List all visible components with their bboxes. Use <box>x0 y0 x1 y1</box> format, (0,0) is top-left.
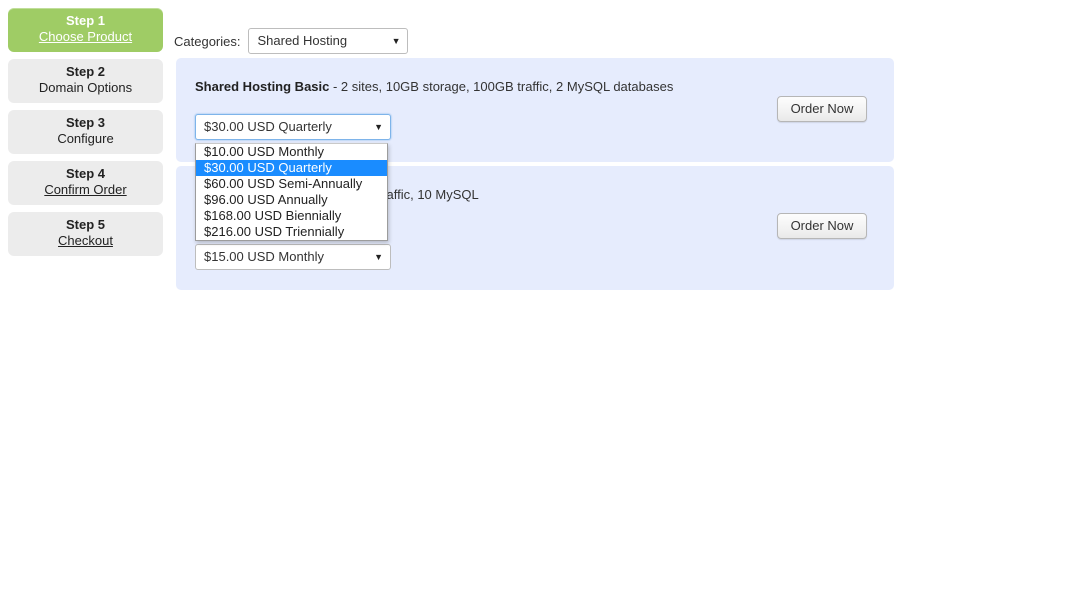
dropdown-option[interactable]: $168.00 USD Biennially <box>196 208 387 224</box>
chevron-down-icon: ▼ <box>374 122 383 132</box>
step-3-label: Configure <box>57 131 114 146</box>
categories-label: Categories: <box>174 33 241 49</box>
product-1-title: Shared Hosting Basic - 2 sites, 10GB sto… <box>195 79 673 94</box>
billing-cycle-select-product-2[interactable]: $15.00 USD Monthly ▼ <box>195 244 391 270</box>
dropdown-option[interactable]: $60.00 USD Semi-Annually <box>196 176 387 192</box>
billing-cycle-value-product-2: $15.00 USD Monthly <box>204 249 324 264</box>
billing-cycle-dropdown-options[interactable]: $10.00 USD Monthly $30.00 USD Quarterly … <box>195 143 388 241</box>
order-steps-sidebar: Step 1 Choose Product Step 2 Domain Opti… <box>8 8 163 263</box>
step-1-number: Step 1 <box>65 13 105 28</box>
dropdown-option[interactable]: $216.00 USD Triennially <box>196 224 387 240</box>
product-1-description: - 2 sites, 10GB storage, 100GB traffic, … <box>329 79 674 94</box>
step-2-number: Step 2 <box>65 64 105 79</box>
step-2-label: Domain Options <box>38 80 133 95</box>
dropdown-option[interactable]: $96.00 USD Annually <box>196 192 387 208</box>
billing-cycle-select-product-1[interactable]: $30.00 USD Quarterly ▼ <box>195 114 391 140</box>
order-now-button-product-1[interactable]: Order Now <box>777 96 867 122</box>
step-4-label[interactable]: Confirm Order <box>8 182 163 198</box>
sidebar-step-3[interactable]: Step 3 Configure <box>8 110 163 154</box>
sidebar-step-4[interactable]: Step 4 Confirm Order <box>8 161 163 205</box>
categories-row: Categories: Shared Hosting ▼ <box>174 28 409 54</box>
order-product-page: Step 1 Choose Product Step 2 Domain Opti… <box>0 0 1065 597</box>
step-5-number: Step 5 <box>65 217 105 232</box>
sidebar-step-1[interactable]: Step 1 Choose Product <box>8 8 163 52</box>
step-1-label[interactable]: Choose Product <box>8 29 163 45</box>
billing-cycle-value-product-1: $30.00 USD Quarterly <box>204 119 332 134</box>
step-4-number: Step 4 <box>65 166 105 181</box>
dropdown-option[interactable]: $10.00 USD Monthly <box>196 144 387 160</box>
chevron-down-icon: ▼ <box>374 252 383 262</box>
step-3-number: Step 3 <box>65 115 105 130</box>
step-5-label[interactable]: Checkout <box>8 233 163 249</box>
categories-select[interactable]: Shared Hosting ▼ <box>248 28 409 54</box>
product-1-name: Shared Hosting Basic <box>195 79 330 94</box>
sidebar-step-5[interactable]: Step 5 Checkout <box>8 212 163 256</box>
chevron-down-icon: ▼ <box>391 36 401 46</box>
order-now-button-product-2[interactable]: Order Now <box>777 213 867 239</box>
sidebar-step-2[interactable]: Step 2 Domain Options <box>8 59 163 103</box>
dropdown-option[interactable]: $30.00 USD Quarterly <box>196 160 387 176</box>
categories-select-value: Shared Hosting <box>257 33 348 48</box>
